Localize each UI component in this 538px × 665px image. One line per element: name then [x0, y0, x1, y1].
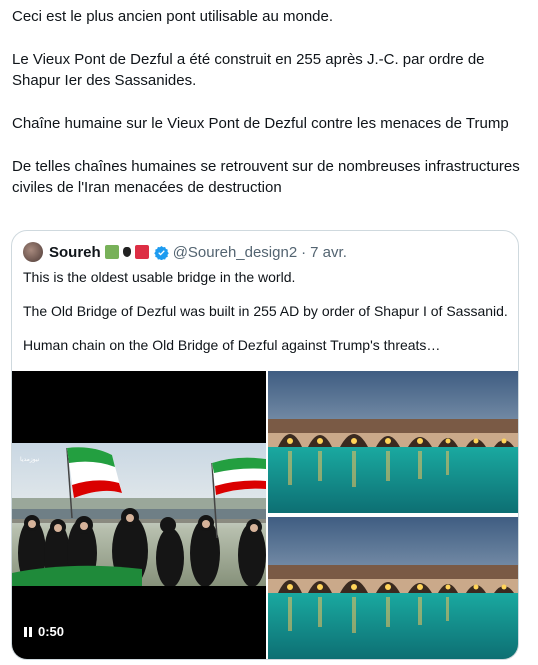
- quoted-author-name[interactable]: Soureh: [49, 244, 101, 261]
- quote-paragraph: This is the oldest usable bridge in the …: [23, 269, 296, 285]
- quoted-tweet-date[interactable]: 7 avr.: [310, 244, 347, 261]
- tweet-paragraph: De telles chaînes humaines se retrouvent…: [12, 158, 520, 196]
- media-grid: نیوزمدیا 0:50: [12, 371, 518, 659]
- quoted-author-handle[interactable]: @Soureh_design2: [173, 244, 297, 261]
- quoted-tweet-header: Soureh @Soureh_design2 · 7 avr.: [23, 241, 347, 263]
- bridge-photo[interactable]: [268, 371, 518, 513]
- video-frame-human-chain: نیوزمدیا: [12, 443, 266, 586]
- quote-paragraph: The Old Bridge of Dezful was built in 25…: [23, 303, 508, 319]
- quoted-tweet-card[interactable]: Soureh @Soureh_design2 · 7 avr. This is …: [11, 230, 519, 660]
- quoted-tweet-text: This is the oldest usable bridge in the …: [23, 268, 513, 370]
- tweet-paragraph: Chaîne humaine sur le Vieux Pont de Dezf…: [12, 115, 509, 132]
- tweet-paragraph: Ceci est le plus ancien pont utilisable …: [12, 8, 334, 25]
- red-square-emoji-icon: [134, 245, 149, 259]
- flag-emoji-icon: [120, 245, 134, 259]
- video-duration: 0:50: [24, 624, 64, 639]
- duration-label: 0:50: [38, 624, 65, 639]
- quote-paragraph: Human chain on the Old Bridge of Dezful …: [23, 337, 441, 353]
- separator-dot: ·: [301, 243, 307, 261]
- tweet-paragraph: Le Vieux Pont de Dezful a été construit …: [12, 51, 485, 89]
- green-square-emoji-icon: [104, 245, 119, 259]
- tweet-text: Ceci est le plus ancien pont utilisable …: [12, 6, 532, 198]
- bridge-photo[interactable]: [268, 517, 518, 659]
- verified-badge-icon: [153, 245, 169, 260]
- avatar[interactable]: [23, 242, 43, 262]
- video-player[interactable]: نیوزمدیا 0:50: [12, 371, 266, 659]
- pause-icon[interactable]: [24, 626, 32, 637]
- video-watermark: نیوزمدیا: [20, 456, 40, 463]
